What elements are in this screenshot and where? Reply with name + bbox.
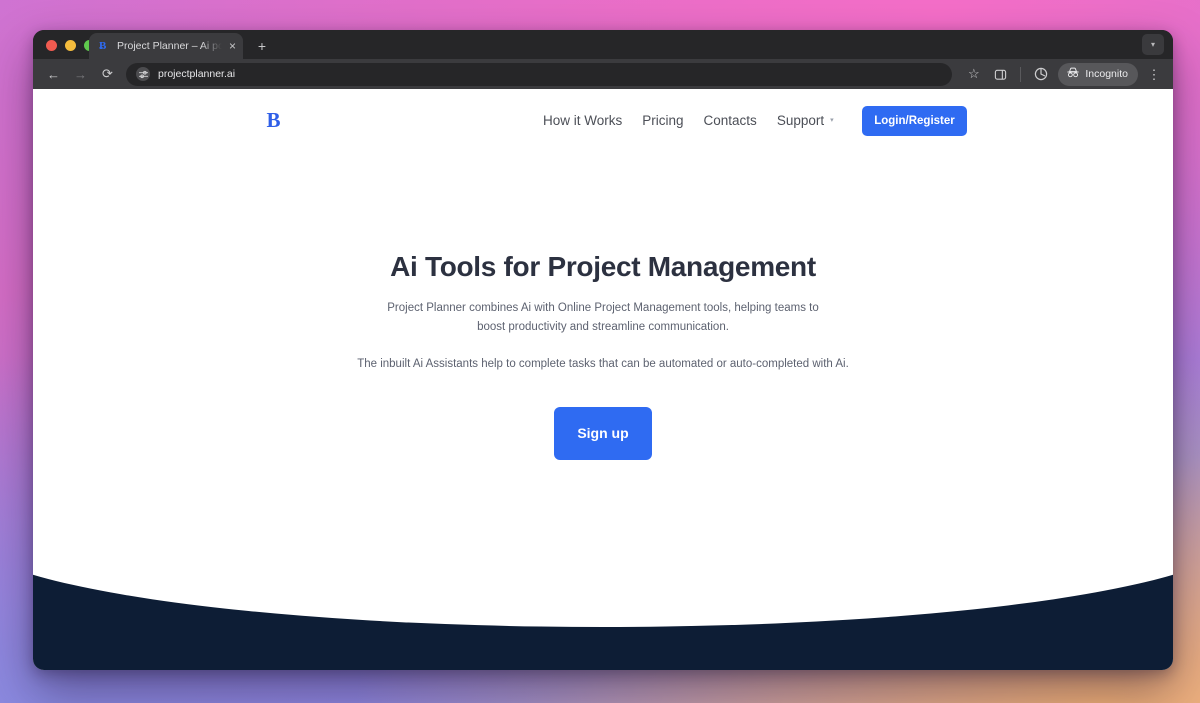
login-register-button[interactable]: Login/Register: [862, 106, 967, 136]
tab-title: Project Planner – Ai powered: [117, 40, 222, 52]
window-controls: [46, 40, 95, 51]
minimize-window-button[interactable]: [65, 40, 76, 51]
browser-tab[interactable]: Ƀ Project Planner – Ai powered ×: [89, 33, 243, 59]
browser-menu-button[interactable]: ⋮: [1144, 68, 1164, 81]
web-page: Get AI Assistants for Projects Manage Pr…: [33, 89, 1173, 670]
site-settings-tune-icon[interactable]: [136, 67, 150, 81]
tab-search-chevron-down-icon[interactable]: ▾: [1142, 34, 1164, 55]
nav-item-support-label: Support: [776, 112, 825, 128]
tab-close-icon[interactable]: ×: [229, 40, 236, 52]
nav-item-how-it-works[interactable]: How it Works: [543, 113, 622, 128]
incognito-indicator[interactable]: Incognito: [1058, 62, 1138, 86]
incognito-label: Incognito: [1085, 68, 1128, 80]
primary-navigation: How it Works Pricing Contacts Support ▾: [543, 89, 834, 151]
new-tab-button[interactable]: +: [253, 37, 271, 55]
nav-item-support[interactable]: Support ▾: [777, 113, 834, 128]
site-logo-text: B: [266, 107, 280, 132]
toolbar-divider: [1020, 66, 1022, 82]
back-button[interactable]: ←: [41, 62, 66, 87]
sign-up-button[interactable]: Sign up: [554, 406, 652, 460]
dark-section: Get AI Assistants for Projects Manage Pr…: [33, 437, 1173, 670]
side-panel-icon[interactable]: [988, 62, 1013, 87]
close-window-button[interactable]: [46, 40, 57, 51]
curve-divider: [33, 437, 1173, 627]
chevron-down-icon: ▾: [830, 117, 834, 124]
url-text[interactable]: projectplanner.ai: [158, 68, 235, 80]
browser-toolbar: ← → ⟳ projectplanner.ai ☆ Incognito ⋮: [33, 59, 1173, 89]
hero-section: Ai Tools for Project Management Project …: [33, 151, 1173, 460]
tab-strip: Ƀ Project Planner – Ai powered × + ▾: [33, 30, 1173, 59]
tab-favicon-icon: Ƀ: [98, 40, 110, 52]
forward-button[interactable]: →: [68, 62, 93, 87]
site-logo[interactable]: B: [233, 89, 313, 151]
hero-paragraph-1: Project Planner combines Ai with Online …: [387, 302, 819, 333]
nav-item-contacts[interactable]: Contacts: [704, 113, 757, 128]
page-title: Ai Tools for Project Management: [390, 251, 816, 282]
site-header: B How it Works Pricing Contacts Support …: [33, 89, 1173, 151]
address-bar[interactable]: projectplanner.ai: [126, 62, 953, 86]
extensions-icon[interactable]: [1028, 62, 1053, 87]
nav-item-pricing[interactable]: Pricing: [642, 113, 683, 128]
browser-window: Ƀ Project Planner – Ai powered × + ▾ ← →…: [33, 30, 1173, 670]
hero-paragraph-2: The inbuilt Ai Assistants help to comple…: [357, 357, 849, 370]
bookmark-star-icon[interactable]: ☆: [961, 62, 986, 87]
reload-button[interactable]: ⟳: [95, 62, 120, 87]
tab-favicon-glyph: Ƀ: [99, 40, 107, 52]
incognito-icon: [1066, 67, 1080, 81]
